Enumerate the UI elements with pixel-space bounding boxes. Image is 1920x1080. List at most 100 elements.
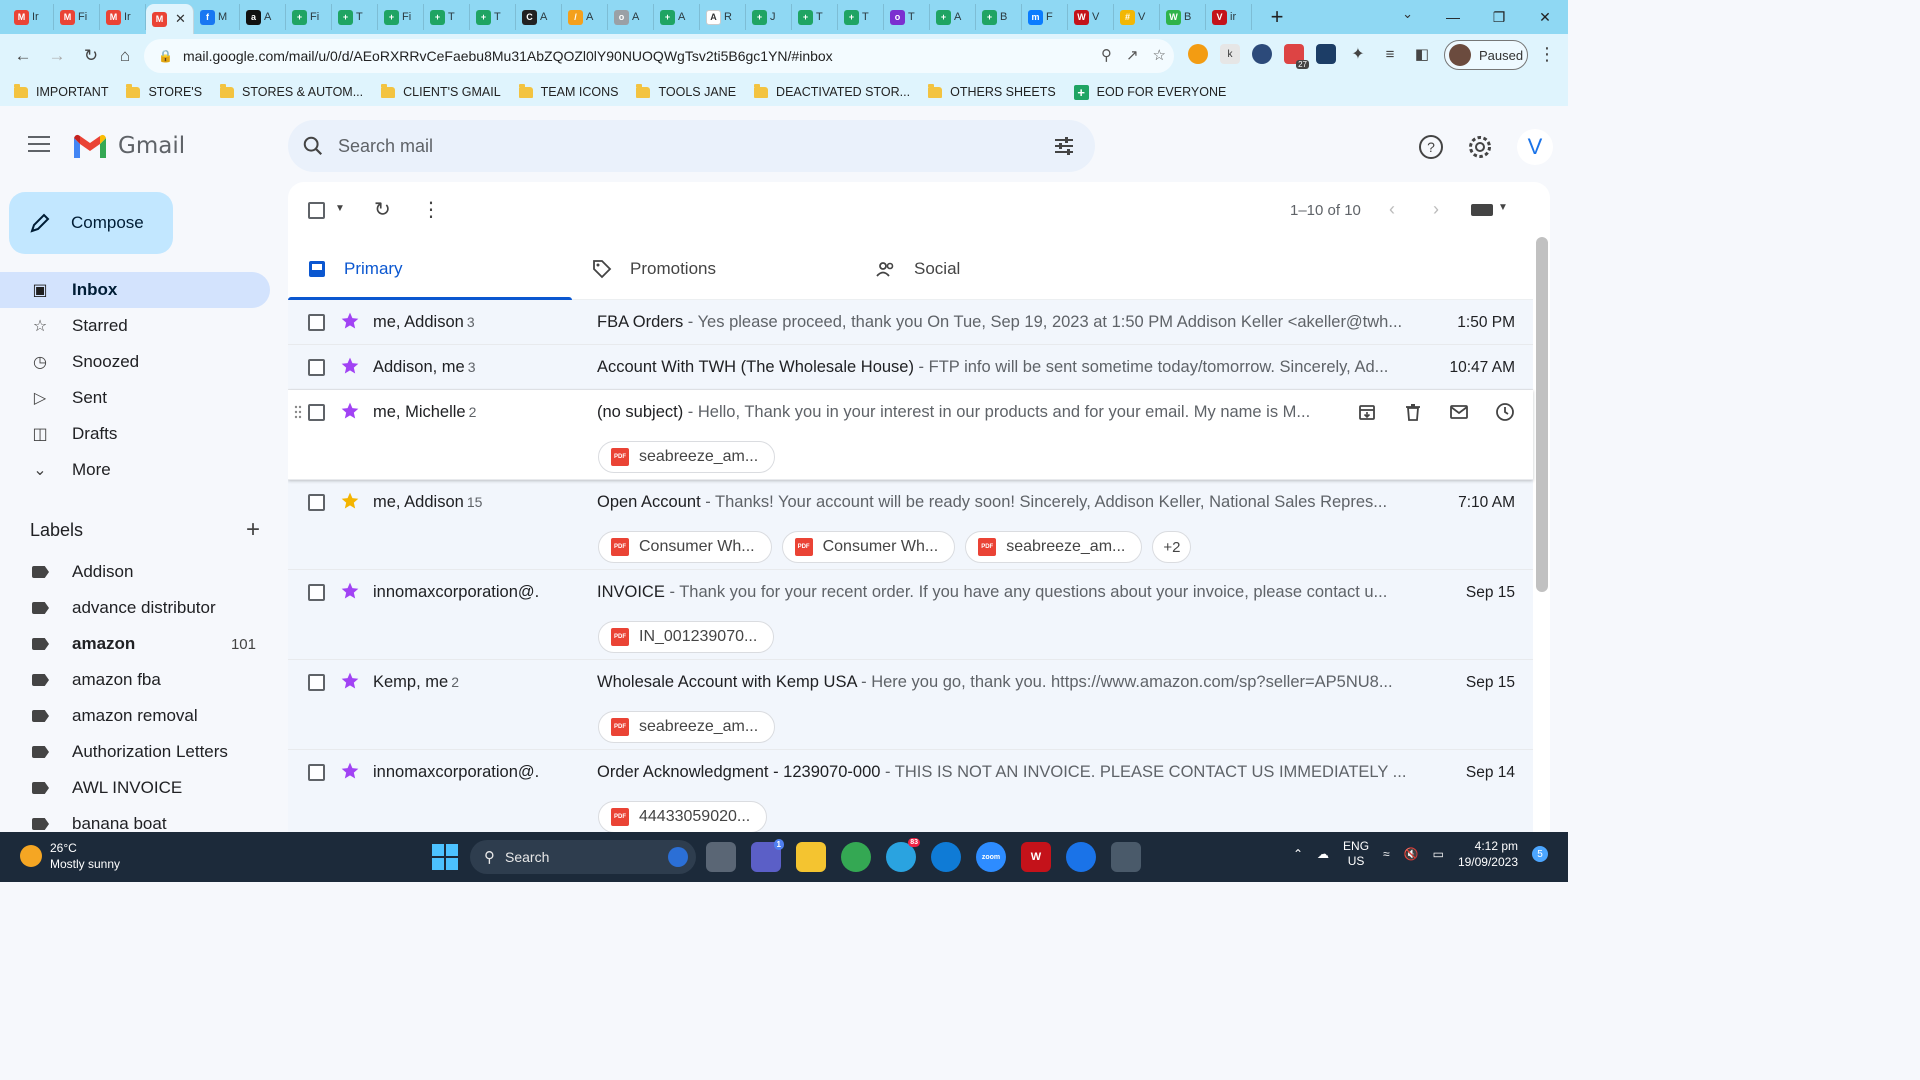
browser-tab[interactable]: M Ir: [100, 4, 146, 30]
browser-tab[interactable]: CA: [516, 4, 562, 30]
task-view-icon[interactable]: [706, 842, 736, 872]
email-row[interactable]: me, Addison 15 Open Account - Thanks! Your…: [288, 480, 1533, 570]
nav-item-inbox[interactable]: ▣ Inbox: [0, 272, 270, 308]
search-input[interactable]: [338, 135, 938, 157]
profile-button[interactable]: Paused: [1444, 40, 1528, 70]
label-item[interactable]: amazon 101: [0, 626, 270, 662]
email-select-checkbox[interactable]: [308, 404, 325, 421]
browser-tab[interactable]: fM: [194, 4, 240, 30]
email-select-checkbox[interactable]: [308, 674, 325, 691]
delete-trash-icon[interactable]: [1403, 402, 1423, 427]
new-tab-button[interactable]: +: [1264, 4, 1290, 30]
browser-tab[interactable]: M Ir: [8, 4, 54, 30]
bookmark-item[interactable]: + EOD FOR EVERYONE: [1073, 84, 1226, 100]
more-attachments-chip[interactable]: +2: [1152, 531, 1192, 563]
attachment-chip[interactable]: PDF Consumer Wh...: [781, 531, 956, 563]
star-icon[interactable]: [340, 311, 360, 331]
browser-tab[interactable]: M Fi: [54, 4, 100, 30]
bookmark-item[interactable]: STORE'S: [126, 83, 202, 99]
star-icon[interactable]: [340, 401, 360, 421]
reload-icon[interactable]: ↻: [74, 46, 108, 66]
browser-tab[interactable]: oT: [884, 4, 930, 30]
email-select-checkbox[interactable]: [308, 494, 325, 511]
battery-icon[interactable]: ▭: [1433, 847, 1444, 861]
browser-tab[interactable]: WB: [1160, 4, 1206, 30]
browser-tab[interactable]: + A: [654, 4, 700, 30]
nav-item-more[interactable]: ⌄ More: [0, 452, 270, 488]
wps-office-icon[interactable]: W: [1021, 842, 1051, 872]
browser-tab[interactable]: Vir: [1206, 4, 1252, 30]
tab-close-icon[interactable]: ✕: [175, 11, 186, 27]
tab-social[interactable]: Social: [856, 238, 1140, 299]
bookmark-item[interactable]: TOOLS JANE: [636, 83, 736, 99]
newer-chevron-icon[interactable]: ‹: [1389, 199, 1395, 220]
email-row[interactable]: me, Addison 3 FBA Orders - Yes please proc…: [288, 300, 1533, 345]
refresh-icon[interactable]: ↻: [374, 197, 391, 222]
attachment-chip[interactable]: PDF seabreeze_am...: [965, 531, 1143, 563]
vpn-shield-icon[interactable]: [1066, 842, 1096, 872]
create-label-plus-icon[interactable]: +: [246, 516, 260, 544]
star-icon[interactable]: [340, 671, 360, 691]
browser-tab[interactable]: aA: [240, 4, 286, 30]
select-all-checkbox[interactable]: [308, 202, 325, 219]
bookmark-item[interactable]: DEACTIVATED STOR...: [754, 83, 910, 99]
edge-icon[interactable]: [931, 842, 961, 872]
attachment-chip[interactable]: PDF IN_001239070...: [598, 621, 775, 653]
browser-tab[interactable]: mF: [1022, 4, 1068, 30]
extension-grid-icon[interactable]: [1316, 44, 1336, 64]
star-icon[interactable]: [340, 581, 360, 601]
star-icon[interactable]: [340, 761, 360, 781]
email-select-checkbox[interactable]: [308, 584, 325, 601]
label-item[interactable]: Addison: [0, 554, 270, 590]
tab-primary[interactable]: Primary: [288, 238, 572, 300]
browser-tab[interactable]: # V: [1114, 4, 1160, 30]
bookmark-star-icon[interactable]: ☆: [1153, 46, 1166, 64]
volume-muted-icon[interactable]: 🔇: [1404, 847, 1419, 861]
email-row[interactable]: Addison, me 3 Account With TWH (The Wholes…: [288, 345, 1533, 390]
zoom-icon-app[interactable]: zoom: [976, 842, 1006, 872]
bookmark-item[interactable]: TEAM ICONS: [518, 83, 618, 99]
attachment-chip[interactable]: PDF seabreeze_am...: [598, 711, 776, 743]
file-explorer-icon[interactable]: [796, 842, 826, 872]
attachment-chip[interactable]: PDF 44433059020...: [598, 801, 768, 832]
tray-overflow-chevron-icon[interactable]: ⌃: [1293, 847, 1303, 861]
home-icon[interactable]: ⌂: [108, 46, 142, 66]
weather-widget[interactable]: 26°C Mostly sunny: [20, 840, 120, 872]
snooze-clock-icon[interactable]: [1495, 402, 1515, 427]
more-actions-icon[interactable]: ⋮: [421, 197, 441, 222]
browser-tab[interactable]: + T: [424, 4, 470, 30]
main-menu-icon[interactable]: [28, 136, 50, 157]
settings-gear-icon[interactable]: [1467, 134, 1493, 160]
select-dropdown-icon[interactable]: ▼: [335, 203, 345, 214]
minimize-button[interactable]: —: [1430, 9, 1476, 25]
zoom-icon[interactable]: ⚲: [1101, 46, 1112, 64]
bookmark-item[interactable]: IMPORTANT: [14, 83, 108, 99]
back-arrow-icon[interactable]: ←: [6, 46, 40, 66]
browser-tab[interactable]: M ✕: [146, 4, 194, 34]
bookmark-item[interactable]: CLIENT'S GMAIL: [381, 83, 501, 99]
attachment-chip[interactable]: PDF seabreeze_am...: [598, 441, 776, 473]
browser-tab[interactable]: + T: [470, 4, 516, 30]
input-tools-keyboard-icon[interactable]: [1471, 204, 1493, 216]
label-item[interactable]: advance distributor: [0, 590, 270, 626]
bookmark-item[interactable]: OTHERS SHEETS: [928, 83, 1056, 99]
email-row[interactable]: innomaxcorporation@. INVOICE - Thank you …: [288, 570, 1533, 660]
attachment-chip[interactable]: PDF Consumer Wh...: [598, 531, 772, 563]
gmail-logo[interactable]: Gmail: [72, 132, 185, 160]
inbox-scrollbar[interactable]: [1536, 237, 1548, 592]
browser-tab[interactable]: + Fi: [286, 4, 332, 30]
extension-keepa-icon[interactable]: k: [1220, 44, 1240, 64]
wifi-icon[interactable]: ≈: [1383, 847, 1390, 861]
browser-tab[interactable]: + Fi: [378, 4, 424, 30]
browser-tab[interactable]: + T: [332, 4, 378, 30]
star-icon[interactable]: [340, 356, 360, 376]
compose-button[interactable]: Compose: [9, 192, 173, 254]
restore-button[interactable]: ❐: [1476, 9, 1522, 26]
email-select-checkbox[interactable]: [308, 764, 325, 781]
label-item[interactable]: amazon fba: [0, 662, 270, 698]
language-indicator[interactable]: ENG US: [1343, 839, 1369, 869]
side-panel-icon[interactable]: ◧: [1412, 44, 1432, 64]
bookmark-item[interactable]: STORES & AUTOM...: [220, 83, 363, 99]
calculator-icon[interactable]: [1111, 842, 1141, 872]
forward-arrow-icon[interactable]: →: [40, 46, 74, 66]
